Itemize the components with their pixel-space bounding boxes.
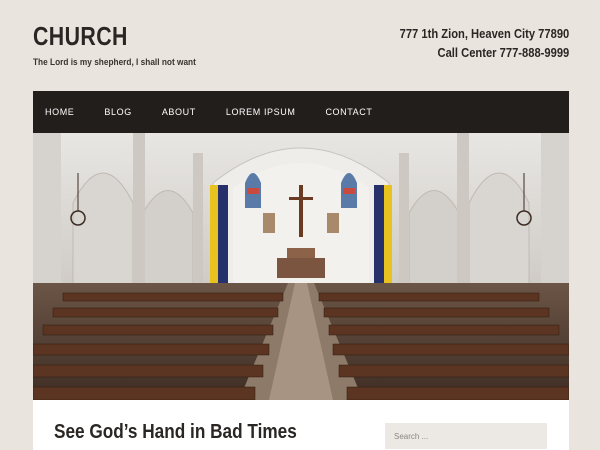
church-interior-illustration <box>33 133 569 400</box>
site-tagline: The Lord is my shepherd, I shall not wan… <box>33 57 196 67</box>
main-navigation: HOME BLOG ABOUT LOREM IPSUM CONTACT <box>33 91 569 133</box>
post-title[interactable]: See God’s Hand in Bad Times <box>54 421 297 444</box>
hero-image <box>33 133 569 400</box>
nav-item-home[interactable]: HOME <box>45 107 74 117</box>
nav-item-blog[interactable]: BLOG <box>104 107 131 117</box>
main-content: See God’s Hand in Bad Times <box>33 400 569 450</box>
site-header: CHURCH The Lord is my shepherd, I shall … <box>33 18 569 78</box>
nav-item-contact[interactable]: CONTACT <box>325 107 372 117</box>
site-title[interactable]: CHURCH <box>33 21 128 52</box>
nav-item-lorem-ipsum[interactable]: LOREM IPSUM <box>226 107 296 117</box>
contact-info: 777 1th Zion, Heaven City 77890 Call Cen… <box>372 24 569 62</box>
search-input[interactable] <box>385 423 547 449</box>
nav-item-about[interactable]: ABOUT <box>162 107 196 117</box>
address-text: 777 1th Zion, Heaven City 77890 <box>399 26 569 41</box>
phone-text: Call Center 777-888-9999 <box>437 45 569 60</box>
